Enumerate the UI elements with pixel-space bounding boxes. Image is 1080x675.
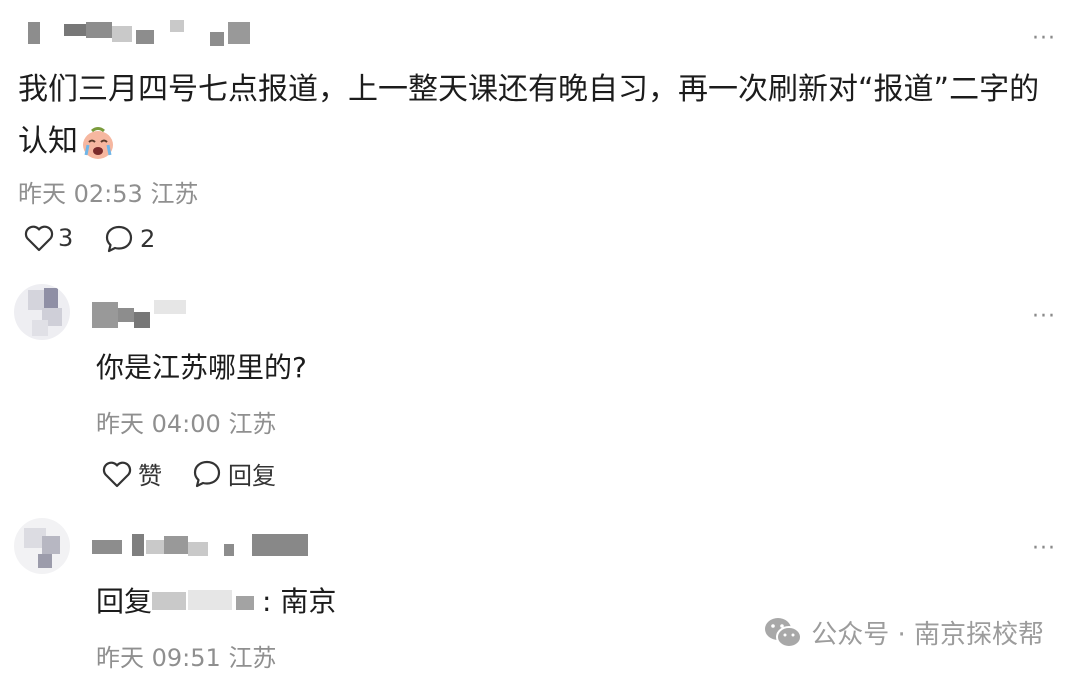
reply-like-button[interactable]: 赞 <box>102 456 162 491</box>
reply-more-button[interactable]: ··· <box>1032 538 1056 560</box>
reply-time: 昨天 09:51 <box>96 644 221 672</box>
post-location: 江苏 <box>150 180 199 208</box>
avatar[interactable] <box>14 284 70 340</box>
post-author-name[interactable] <box>24 18 250 48</box>
heart-icon <box>24 225 54 252</box>
reply-suffix: : 南京 <box>262 585 337 618</box>
avatar[interactable] <box>14 518 70 574</box>
heart-icon <box>102 461 132 487</box>
post-like-button[interactable]: 3 <box>24 224 73 252</box>
reply-author-name[interactable] <box>92 530 312 560</box>
post-comment-count: 2 <box>140 225 156 253</box>
watermark: 公众号 · 南京探校帮 <box>763 614 1044 651</box>
post-text: 我们三月四号七点报道，上一整天课还有晚自习，再一次刷新对“报道”二字的 认知 <box>18 64 1039 168</box>
watermark-text: 公众号 · 南京探校帮 <box>811 620 1044 650</box>
reply-time: 昨天 04:00 <box>96 410 221 438</box>
post-like-count: 3 <box>58 224 74 252</box>
comment-bubble-icon <box>193 460 221 487</box>
reply-location: 江苏 <box>228 644 277 672</box>
comment-bubble-icon <box>105 225 133 253</box>
post-time: 昨天 02:53 <box>18 180 143 208</box>
post-text-line2-text: 认知 <box>18 124 78 159</box>
reply-location: 江苏 <box>228 410 277 438</box>
post-more-button[interactable]: ··· <box>1032 28 1056 50</box>
wechat-icon <box>765 617 803 648</box>
reply-reply-button[interactable]: 回复 <box>192 456 276 491</box>
reply-reply-label: 回复 <box>228 462 276 490</box>
post-comment-button[interactable]: 2 <box>104 224 155 254</box>
reply-prefix: 回复 <box>96 585 153 618</box>
reply-more-button[interactable]: ··· <box>1032 306 1056 328</box>
crying-face-emoji-icon <box>83 126 113 159</box>
reply-meta: 昨天 09:51 江苏 <box>96 638 276 673</box>
reply-target-name[interactable] <box>152 584 262 616</box>
post-text-line2: 认知 <box>18 116 1039 168</box>
reply-text: 回复 : 南京 <box>96 580 336 620</box>
post-text-line1: 我们三月四号七点报道，上一整天课还有晚自习，再一次刷新对“报道”二字的 <box>18 72 1040 107</box>
reply-author-name[interactable] <box>92 298 192 330</box>
reply-text: 你是江苏哪里的? <box>96 351 307 384</box>
reply-like-label: 赞 <box>138 462 162 490</box>
post-meta: 昨天 02:53 江苏 <box>18 174 198 209</box>
reply-meta: 昨天 04:00 江苏 <box>96 404 276 439</box>
